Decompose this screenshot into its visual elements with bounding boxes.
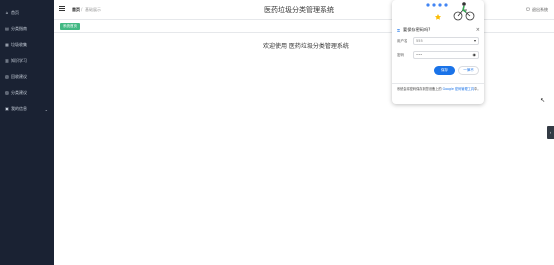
sidebar-item-label: 首页	[11, 10, 19, 15]
popup-footer: 系统会将密码保存到您设备上的 Google 密码管理工具中。	[397, 87, 481, 92]
cyclist-illustration	[426, 2, 475, 21]
sidebar: ⌂ 首页 ▤ 分类指南 ▦ 垃圾收集 ▥ 知识学习 ▧ 回收建议 ▨ 分类建议 …	[0, 0, 54, 265]
sidebar-item-recycle-advice[interactable]: ▧ 回收建议	[0, 71, 54, 83]
breadcrumb-current: 基础展示	[85, 7, 101, 12]
save-button[interactable]: 保存	[434, 66, 455, 75]
footer-suffix: 中。	[474, 87, 481, 91]
sidebar-item-label: 知识学习	[11, 58, 27, 63]
sidebar-item-sort-advice[interactable]: ▨ 分类建议	[0, 87, 54, 99]
side-drawer-toggle[interactable]: ‹	[547, 126, 554, 139]
user-icon: ▣	[5, 106, 9, 111]
username-label: 用户名	[397, 39, 408, 43]
book-icon: ▥	[5, 58, 9, 63]
never-button[interactable]: 一律不	[458, 66, 479, 75]
bin-icon: ▦	[5, 42, 9, 47]
password-field[interactable]: ••• ◉	[413, 51, 479, 59]
chart-icon: ▨	[5, 90, 9, 95]
power-icon: ⏻	[526, 7, 530, 13]
sidebar-item-label: 分类指南	[11, 26, 27, 31]
password-label: 密码	[397, 53, 404, 57]
sidebar-item-guide[interactable]: ▤ 分类指南	[0, 23, 54, 35]
sidebar-item-home[interactable]: ⌂ 首页	[0, 7, 54, 19]
app-title: 医药垃圾分类管理系统	[264, 6, 334, 14]
chevron-down-icon[interactable]: ▾	[474, 38, 476, 44]
key-icon: ⚿	[397, 27, 401, 33]
username-value: 555	[416, 39, 423, 43]
sidebar-item-label: 回收建议	[11, 74, 27, 79]
tab-home[interactable]: 系统首页	[60, 23, 80, 30]
close-icon[interactable]: ×	[476, 27, 480, 33]
sidebar-item-collection[interactable]: ▦ 垃圾收集	[0, 39, 54, 51]
popup-divider	[392, 83, 484, 84]
welcome-message: 欢迎使用 医药垃圾分类管理系统	[263, 43, 349, 50]
guide-icon: ▤	[5, 26, 9, 31]
sidebar-item-my-info[interactable]: ▣ 我的信息 ⌄	[0, 103, 54, 115]
sidebar-item-label: 我的信息	[11, 106, 27, 111]
menu-toggle-icon[interactable]	[59, 6, 65, 12]
breadcrumb-separator: /	[81, 7, 83, 12]
username-field[interactable]: 555 ▾	[413, 37, 479, 45]
eye-icon[interactable]: ◉	[473, 52, 477, 58]
popup-title: 要保存密码吗?	[403, 27, 431, 32]
password-value: •••	[416, 53, 423, 57]
home-icon: ⌂	[5, 10, 9, 15]
sidebar-item-learning[interactable]: ▥ 知识学习	[0, 55, 54, 67]
popup-title-row: ⚿ 要保存密码吗?	[397, 27, 430, 33]
sidebar-item-label: 分类建议	[11, 90, 27, 95]
sidebar-item-label: 垃圾收集	[11, 42, 27, 47]
bulb-icon: ▧	[5, 74, 9, 79]
mouse-cursor-icon: ↖	[540, 97, 546, 104]
footer-prefix: 系统会将密码保存到您设备上的	[397, 87, 442, 91]
breadcrumb-home[interactable]: 首页	[72, 7, 80, 13]
password-manager-link[interactable]: Google 密码管理工具	[443, 87, 474, 91]
chevron-down-icon: ⌄	[44, 106, 48, 112]
logout-label: 退出系统	[532, 7, 548, 12]
logout-button[interactable]: ⏻ 退出系统	[526, 7, 548, 13]
